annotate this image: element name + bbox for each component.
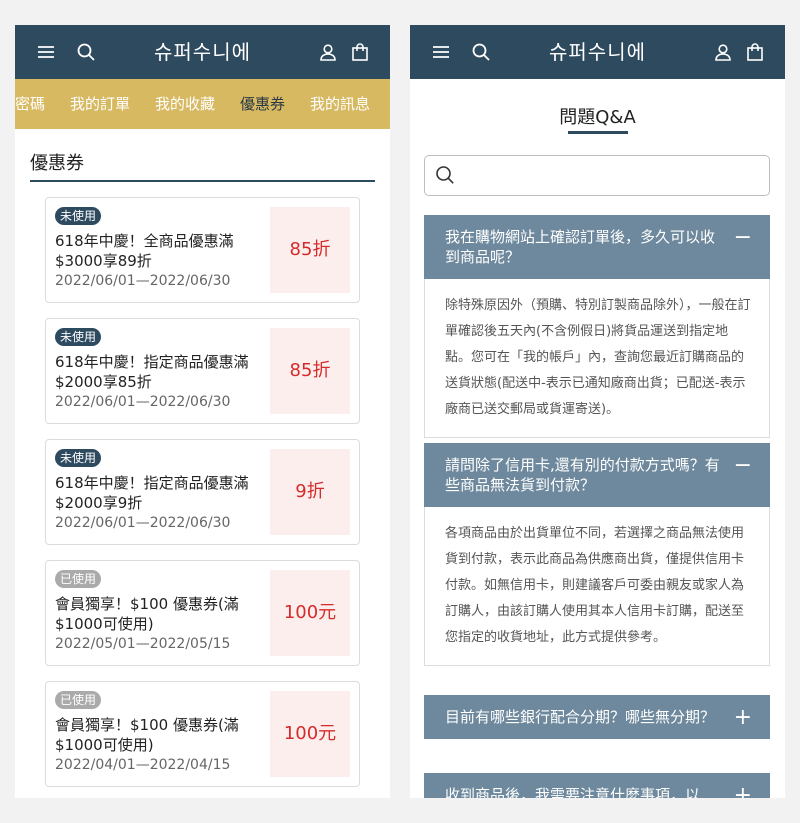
coupon-date: 2022/06/01—2022/06/30 — [55, 515, 231, 531]
coupon-date: 2022/06/01—2022/06/30 — [55, 394, 231, 410]
section-divider — [30, 180, 375, 182]
faq-item: 請問除了信用卡,還有別的付款方式嗎？有些商品無法貨到付款？ − 各項商品由於出貨… — [424, 443, 770, 666]
faq-question: 收到商品後，我需要注意什麼事項，以 — [445, 786, 701, 798]
coupon-date: 2022/04/01—2022/04/15 — [55, 757, 231, 773]
subnav-item-orders[interactable]: 我的訂單 — [70, 79, 130, 129]
status-badge: 未使用 — [55, 449, 102, 467]
faq-question: 我在購物網站上確認訂單後，多久可以收到商品呢？ — [445, 228, 716, 266]
coupon-name: 會員獨享！$100 優惠券(滿$1000可使用) — [55, 595, 239, 633]
coupon-card[interactable]: 未使用 618年中慶！全商品優惠滿$3000享89折 2022/06/01—20… — [45, 197, 360, 303]
coupon-screen: 슈퍼수니에 密碼 我的訂單 我的收藏 優惠券 我的訊息 優惠券 未使用 618年… — [15, 25, 390, 798]
status-badge: 已使用 — [55, 570, 102, 588]
expand-icon[interactable]: + — [734, 785, 752, 799]
subnav-item-favorites[interactable]: 我的收藏 — [155, 79, 215, 129]
coupon-name: 會員獨享！$100 優惠券(滿$1000可使用) — [55, 716, 239, 754]
shopping-bag-icon[interactable] — [745, 42, 765, 62]
coupon-discount: 100元 — [270, 691, 350, 777]
collapse-icon[interactable]: − — [734, 455, 752, 477]
faq-search-box[interactable] — [424, 155, 770, 196]
user-icon[interactable] — [713, 42, 733, 62]
coupon-card[interactable]: 已使用 會員獨享！$100 優惠券(滿$1000可使用) 2022/05/01—… — [45, 560, 360, 666]
account-subnav: 密碼 我的訂單 我的收藏 優惠券 我的訊息 — [15, 79, 390, 129]
coupon-name: 618年中慶！指定商品優惠滿$2000享9折 — [55, 474, 249, 512]
coupon-discount: 100元 — [270, 570, 350, 656]
coupon-card[interactable]: 已使用 會員獨享！$100 優惠券(滿$1000可使用) 2022/04/01—… — [45, 681, 360, 787]
coupon-date: 2022/05/01—2022/05/15 — [55, 636, 231, 652]
expand-icon[interactable]: + — [734, 707, 752, 729]
coupon-discount: 85折 — [270, 328, 350, 414]
title-underline — [568, 131, 628, 134]
faq-question: 請問除了信用卡,還有別的付款方式嗎？有些商品無法貨到付款？ — [445, 456, 720, 494]
faq-item: 收到商品後，我需要注意什麼事項，以 + — [424, 773, 770, 798]
status-badge: 已使用 — [55, 691, 102, 709]
faq-search-input[interactable] — [465, 161, 759, 191]
status-badge: 未使用 — [55, 207, 102, 225]
section-title: 優惠券 — [30, 153, 84, 174]
subnav-item-password[interactable]: 密碼 — [15, 79, 45, 129]
coupon-card[interactable]: 未使用 618年中慶！指定商品優惠滿$2000享9折 2022/06/01—20… — [45, 439, 360, 545]
search-icon[interactable] — [435, 165, 455, 185]
coupon-date: 2022/06/01—2022/06/30 — [55, 273, 231, 289]
faq-answer: 除特殊原因外（預購、特別訂製商品除外），一般在訂單確認後五天內(不含例假日)將貨… — [424, 279, 770, 438]
faq-screen: 슈퍼수니에 問題Q&A 我在購物網站上確認訂單後，多久可以收到商品呢？ − 除特… — [410, 25, 785, 798]
shopping-bag-icon[interactable] — [350, 42, 370, 62]
coupon-name: 618年中慶！全商品優惠滿$3000享89折 — [55, 232, 234, 270]
faq-question-header[interactable]: 收到商品後，我需要注意什麼事項，以 + — [424, 773, 770, 798]
faq-question-header[interactable]: 請問除了信用卡,還有別的付款方式嗎？有些商品無法貨到付款？ − — [424, 443, 770, 507]
page-title: 問題Q&A — [559, 107, 636, 128]
faq-item: 目前有哪些銀行配合分期？哪些無分期？ + — [424, 695, 770, 739]
coupon-name: 618年中慶！指定商品優惠滿$2000享85折 — [55, 353, 249, 391]
coupon-discount: 85折 — [270, 207, 350, 293]
faq-item: 我在購物網站上確認訂單後，多久可以收到商品呢？ − 除特殊原因外（預購、特別訂製… — [424, 215, 770, 438]
subnav-item-messages[interactable]: 我的訊息 — [310, 79, 370, 129]
top-bar: 슈퍼수니에 — [410, 25, 785, 79]
coupon-discount: 9折 — [270, 449, 350, 535]
faq-question-header[interactable]: 我在購物網站上確認訂單後，多久可以收到商品呢？ − — [424, 215, 770, 279]
user-icon[interactable] — [318, 42, 338, 62]
coupon-card[interactable]: 未使用 618年中慶！指定商品優惠滿$2000享85折 2022/06/01—2… — [45, 318, 360, 424]
subnav-item-coupons[interactable]: 優惠券 — [240, 79, 285, 129]
status-badge: 未使用 — [55, 328, 102, 346]
top-bar: 슈퍼수니에 — [15, 25, 390, 79]
collapse-icon[interactable]: − — [734, 227, 752, 249]
faq-question: 目前有哪些銀行配合分期？哪些無分期？ — [445, 708, 716, 726]
faq-question-header[interactable]: 目前有哪些銀行配合分期？哪些無分期？ + — [424, 695, 770, 739]
faq-answer: 各項商品由於出貨單位不同，若選擇之商品無法使用貨到付款，表示此商品為供應商出貨，… — [424, 507, 770, 666]
